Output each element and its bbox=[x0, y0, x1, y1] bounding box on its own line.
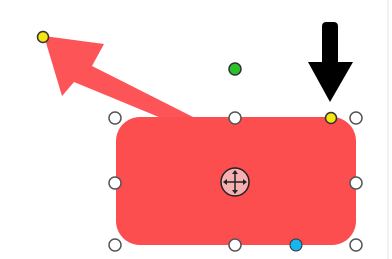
connector-handle[interactable] bbox=[289, 238, 303, 252]
drawing-canvas[interactable] bbox=[0, 0, 392, 259]
canvas-svg bbox=[36, 0, 389, 259]
pointer-tip-adjust-handle[interactable] bbox=[36, 30, 50, 44]
resize-handle-bottom-center[interactable] bbox=[228, 238, 242, 252]
resize-handle-middle-left[interactable] bbox=[108, 176, 122, 190]
resize-handle-top-left[interactable] bbox=[108, 111, 122, 125]
resize-handle-middle-right[interactable] bbox=[349, 176, 363, 190]
resize-handle-bottom-right[interactable] bbox=[349, 238, 363, 252]
callout-pointer-arrow[interactable] bbox=[44, 36, 195, 120]
corner-radius-adjust-handle[interactable] bbox=[324, 111, 338, 125]
four-way-move-icon[interactable] bbox=[220, 167, 250, 197]
rotate-handle[interactable] bbox=[228, 62, 242, 76]
resize-handle-top-right[interactable] bbox=[349, 111, 363, 125]
resize-handle-top-center[interactable] bbox=[228, 111, 242, 125]
down-arrow-icon bbox=[308, 22, 353, 102]
resize-handle-bottom-left[interactable] bbox=[108, 238, 122, 252]
